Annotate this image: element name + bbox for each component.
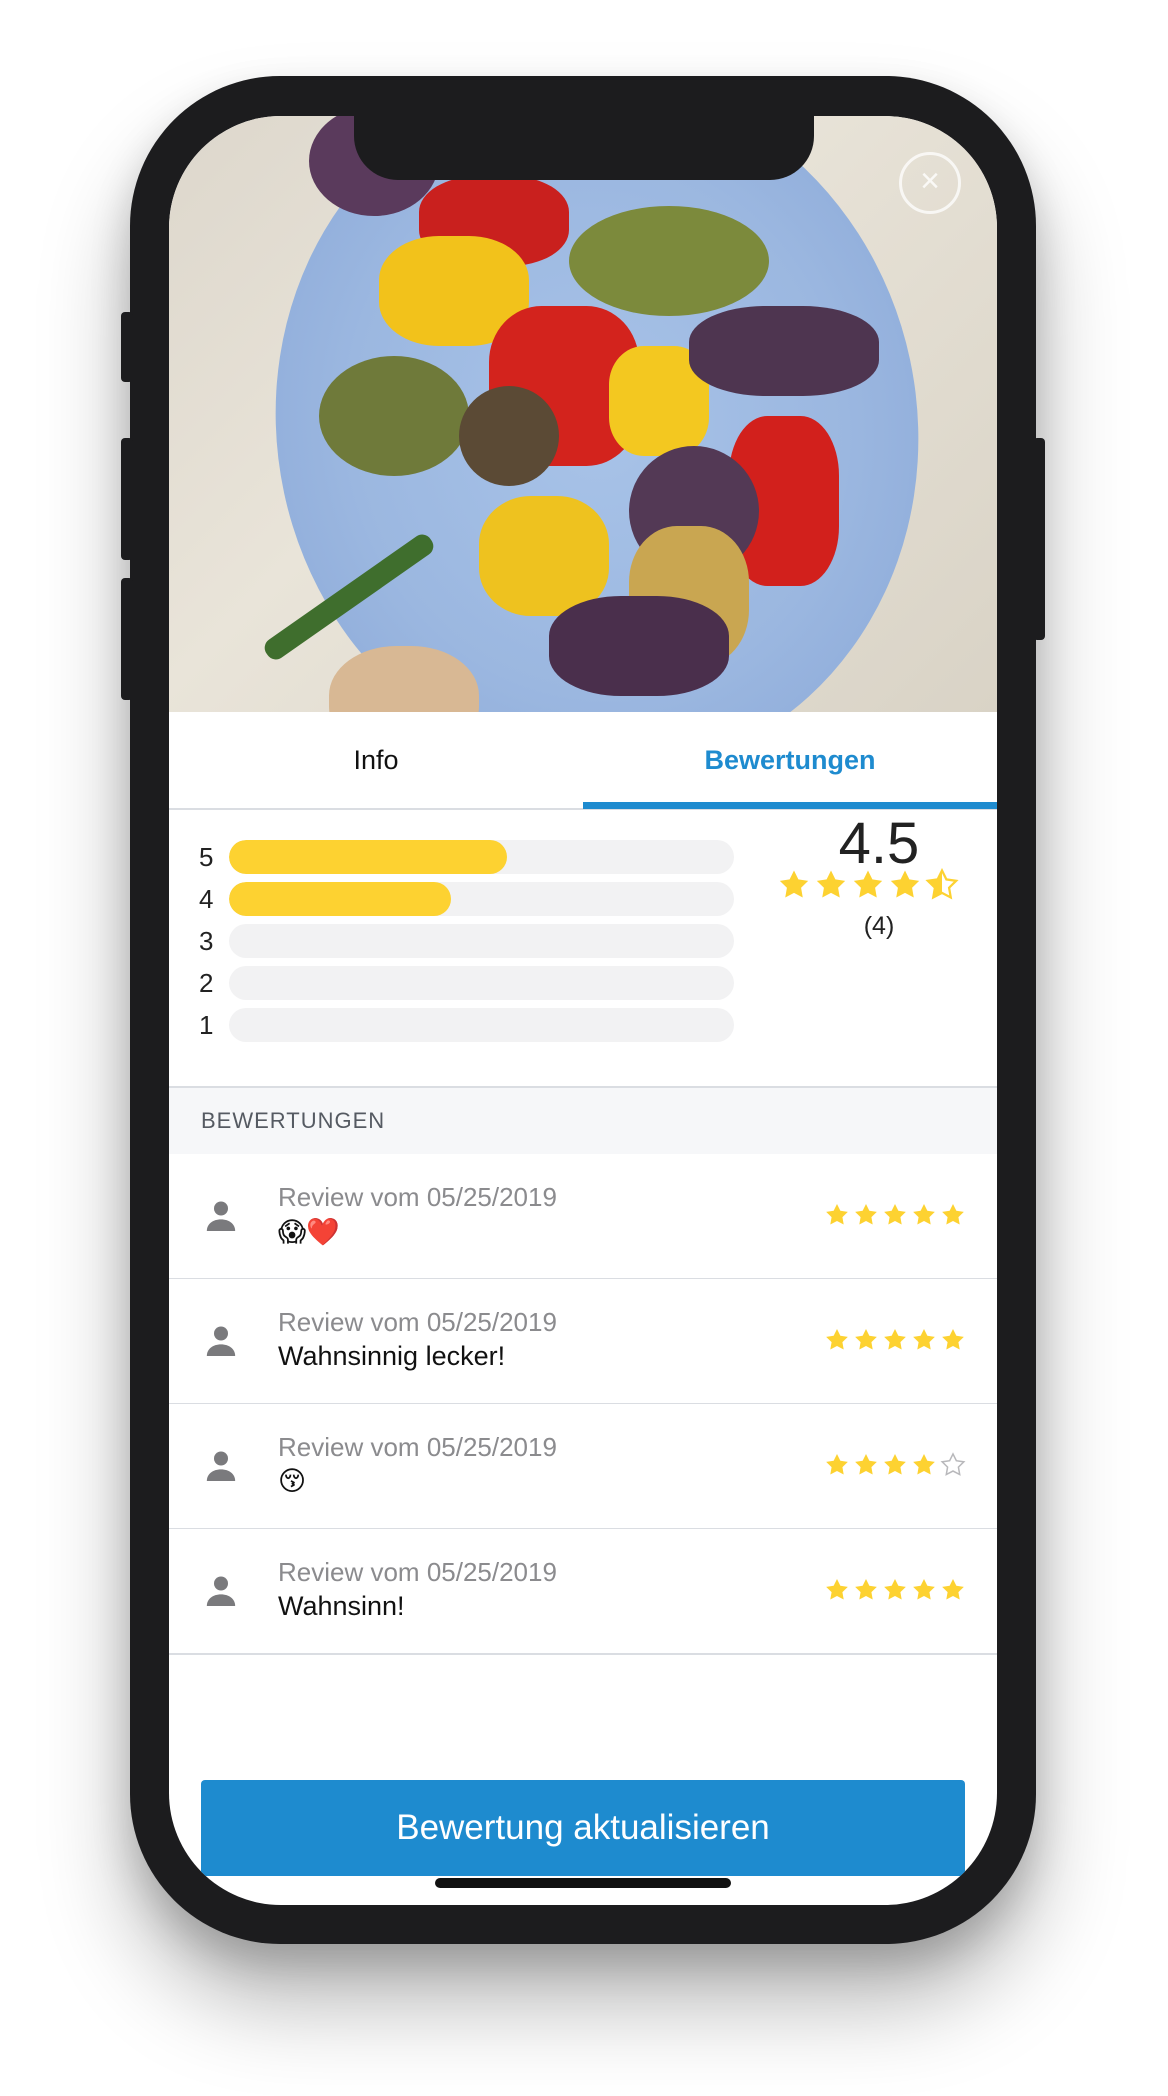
review-text: Wahnsinn! (278, 1591, 405, 1621)
star-icon (913, 1453, 935, 1475)
star-icon (826, 1203, 848, 1225)
person-icon (201, 1321, 241, 1361)
review-date: Review vom 05/25/2019 (278, 1182, 557, 1212)
rating-bar-fill (229, 882, 452, 916)
star-icon (855, 1203, 877, 1225)
star-icon (855, 1578, 877, 1600)
close-icon: × (920, 162, 940, 200)
tab-bewertungen[interactable]: Bewertungen (583, 712, 997, 808)
rating-bar-track (229, 1008, 734, 1042)
person-icon (201, 1571, 241, 1611)
star-icon (942, 1328, 964, 1350)
veg-zucchini-2 (569, 206, 769, 316)
rating-bar-label: 2 (199, 968, 214, 998)
review-text: 😱❤️ (278, 1217, 340, 1247)
star-icon (779, 870, 808, 898)
person-icon (201, 1196, 241, 1236)
person-icon (201, 1446, 241, 1486)
star-icon (826, 1453, 848, 1475)
star-icon (884, 1203, 906, 1225)
star-icon (913, 1578, 935, 1600)
star-icon (816, 870, 845, 898)
star-icon (884, 1453, 906, 1475)
review-date: Review vom 05/25/2019 (278, 1557, 557, 1587)
notch (354, 116, 814, 180)
star-icon (924, 868, 959, 900)
side-button-volume-down (121, 578, 133, 700)
recipe-photo: × (169, 116, 997, 712)
review-row[interactable]: Review vom 05/25/2019 Wahnsinnig lecker! (169, 1279, 997, 1405)
rating-bar-fill (229, 840, 507, 874)
veg-eggplant-2 (689, 306, 879, 396)
veg-eggplant-4 (549, 596, 729, 696)
active-tab-indicator (583, 802, 997, 809)
star-icon (940, 1452, 966, 1476)
star-icon (942, 1203, 964, 1225)
screen: × Info Bewertungen 5 4 3 2 1 4.5 (4) BEWERTU… (169, 116, 997, 1905)
veg-mushroom (459, 386, 559, 486)
star-icon (855, 1453, 877, 1475)
review-stars (824, 1577, 969, 1603)
star-icon (826, 1328, 848, 1350)
review-row[interactable]: Review vom 05/25/2019 😚 (169, 1404, 997, 1530)
star-icon (884, 1578, 906, 1600)
star-icon (913, 1328, 935, 1350)
average-stars (769, 868, 969, 902)
veg-pepper-yellow-3 (479, 496, 609, 616)
tab-info[interactable]: Info (169, 712, 583, 808)
star-icon (884, 1328, 906, 1350)
rating-bar-track (229, 966, 734, 1000)
side-button-power (1033, 438, 1045, 640)
review-stars (824, 1327, 969, 1353)
side-button-silent (121, 312, 133, 382)
rating-bar-track (229, 840, 734, 874)
rating-bar-track (229, 924, 734, 958)
rating-summary: 5 4 3 2 1 4.5 (4) (169, 810, 997, 1086)
review-row[interactable]: Review vom 05/25/2019 Wahnsinn! (169, 1529, 997, 1655)
side-button-volume-up (121, 438, 133, 560)
average-rating: 4.5 (838, 811, 920, 876)
star-icon (853, 870, 882, 898)
rating-bar-track (229, 882, 734, 916)
review-text: Wahnsinnig lecker! (278, 1341, 506, 1371)
star-icon (890, 870, 919, 898)
star-icon (855, 1328, 877, 1350)
veg-zucchini (319, 356, 469, 476)
update-rating-button[interactable]: Bewertung aktualisieren (201, 1780, 965, 1876)
close-button[interactable]: × (899, 152, 961, 214)
star-icon (913, 1203, 935, 1225)
rating-bar-label: 4 (199, 884, 214, 914)
review-date: Review vom 05/25/2019 (278, 1432, 557, 1462)
review-date: Review vom 05/25/2019 (278, 1307, 557, 1337)
star-icon (826, 1578, 848, 1600)
rating-bar-label: 3 (199, 926, 214, 956)
star-icon (942, 1578, 964, 1600)
review-stars (824, 1202, 969, 1228)
rating-bar-label: 5 (199, 842, 214, 872)
rating-count: (4) (863, 912, 895, 940)
section-header-label: BEWERTUNGEN (201, 1108, 386, 1133)
section-header: BEWERTUNGEN (169, 1086, 997, 1156)
review-row[interactable]: Review vom 05/25/2019 😱❤️ (169, 1154, 997, 1280)
tab-bar: Info Bewertungen (169, 712, 997, 810)
review-text: 😚 (278, 1466, 307, 1496)
rating-bar-label: 1 (199, 1010, 214, 1040)
review-stars (824, 1452, 969, 1478)
home-indicator (435, 1878, 731, 1888)
